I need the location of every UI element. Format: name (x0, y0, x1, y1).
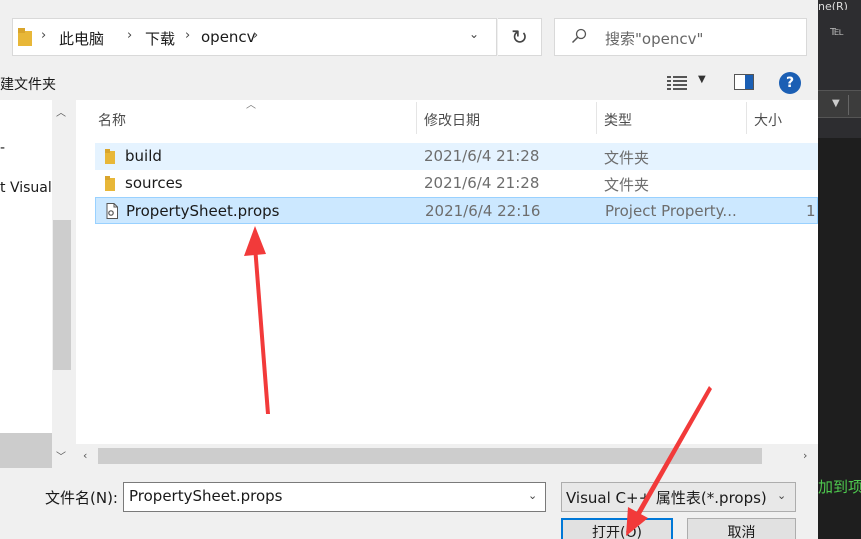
column-divider[interactable] (746, 102, 747, 134)
file-size: 1 (806, 202, 816, 220)
chevron-down-icon[interactable]: ⌄ (528, 489, 537, 502)
folder-icon (105, 149, 115, 164)
chevron-right-icon[interactable]: › (185, 28, 190, 43)
column-name-header[interactable]: 名称 (98, 110, 126, 130)
nav-item[interactable]: - (0, 140, 5, 156)
refresh-icon: ↻ (511, 25, 528, 49)
breadcrumb-opencv[interactable]: opencv (201, 28, 256, 46)
separator (848, 95, 849, 115)
background-menu-text: ne(R) (818, 0, 861, 10)
search-icon (571, 28, 587, 44)
help-icon[interactable]: ? (779, 72, 801, 94)
table-row[interactable]: build 2021/6/4 21:28 文件夹 (95, 143, 818, 170)
file-type: 文件夹 (604, 176, 650, 194)
open-file-dialog: › 此电脑 › 下载 › opencv › ⌄ ↻ 搜索"opencv" 建文件… (0, 0, 818, 539)
scroll-down-icon[interactable]: ﹀ (56, 448, 66, 463)
scroll-up-icon[interactable]: ︿ (56, 104, 66, 119)
folder-icon (18, 28, 32, 46)
file-date: 2021/6/4 21:28 (424, 174, 540, 192)
chevron-right-icon[interactable]: › (41, 28, 46, 43)
column-date-header[interactable]: 修改日期 (424, 110, 480, 130)
column-header: ︿ 名称 修改日期 类型 大小 (76, 100, 818, 136)
filter-value: Visual C++ 属性表(*.props) (566, 489, 767, 507)
open-button[interactable]: 打开(O) (561, 518, 673, 539)
file-list[interactable]: ︿ 名称 修改日期 类型 大小 build 2021/6/4 21:28 文件夹… (76, 100, 818, 468)
column-type-header[interactable]: 类型 (604, 110, 632, 130)
navigation-pane[interactable]: - t Visual ︿ ﹀ (0, 100, 72, 468)
horizontal-scrollbar[interactable]: ‹ › (76, 444, 818, 468)
scrollbar-thumb[interactable] (98, 448, 762, 464)
search-input[interactable]: 搜索"opencv" (554, 18, 807, 56)
column-divider[interactable] (416, 102, 417, 134)
preview-pane-icon[interactable] (734, 74, 754, 90)
chevron-right-icon[interactable]: › (127, 28, 132, 43)
view-options-dropdown-icon[interactable]: ▼ (698, 74, 706, 85)
search-placeholder: 搜索"opencv" (605, 30, 704, 48)
chevron-right-icon[interactable]: › (253, 28, 258, 43)
folder-icon (105, 176, 115, 191)
chevron-down-icon: ▼ (832, 98, 840, 109)
background-ide-window: ne(R) ℡ ▼ 加到项 (818, 0, 861, 539)
address-bar[interactable]: › 此电脑 › 下载 › opencv › ⌄ (12, 18, 497, 56)
file-type: 文件夹 (604, 149, 650, 167)
new-folder-button[interactable]: 建文件夹 (0, 74, 56, 94)
file-name: build (125, 147, 162, 165)
nav-item-selected[interactable] (0, 433, 52, 468)
chevron-down-icon[interactable]: ⌄ (469, 27, 479, 41)
scrollbar-thumb[interactable] (53, 220, 71, 370)
file-date: 2021/6/4 21:28 (424, 147, 540, 165)
breadcrumb-downloads[interactable]: 下载 (145, 28, 175, 49)
filename-input[interactable]: PropertySheet.props ⌄ (123, 482, 546, 512)
file-type: Project Property... (605, 202, 737, 220)
table-row-selected[interactable]: PropertySheet.props 2021/6/4 22:16 Proje… (95, 197, 818, 224)
view-details-icon[interactable] (667, 76, 687, 90)
refresh-button[interactable]: ↻ (498, 18, 542, 56)
background-toolbar-icon: ℡ (830, 24, 844, 39)
chevron-down-icon[interactable]: ⌄ (777, 489, 786, 502)
filename-label: 文件名(N): (45, 489, 118, 507)
nav-item-visual[interactable]: t Visual (0, 180, 52, 196)
scroll-left-icon[interactable]: ‹ (83, 449, 87, 462)
column-size-header[interactable]: 大小 (754, 110, 782, 130)
background-green-text: 加到项 (818, 478, 861, 496)
background-dropdown-bar: ▼ (818, 90, 861, 118)
file-date: 2021/6/4 22:16 (425, 202, 541, 220)
sort-ascending-icon: ︿ (246, 100, 256, 111)
nav-scrollbar[interactable]: ︿ ﹀ (52, 100, 72, 468)
scroll-right-icon[interactable]: › (803, 449, 807, 462)
property-file-icon (106, 203, 118, 219)
file-name: sources (125, 174, 183, 192)
table-row[interactable]: sources 2021/6/4 21:28 文件夹 (95, 170, 818, 197)
column-divider[interactable] (596, 102, 597, 134)
file-type-filter-select[interactable]: Visual C++ 属性表(*.props) ⌄ (561, 482, 796, 512)
cancel-button[interactable]: 取消 (687, 518, 796, 539)
breadcrumb-this-pc[interactable]: 此电脑 (59, 28, 104, 49)
file-name: PropertySheet.props (126, 202, 280, 220)
filename-value: PropertySheet.props (129, 487, 283, 505)
